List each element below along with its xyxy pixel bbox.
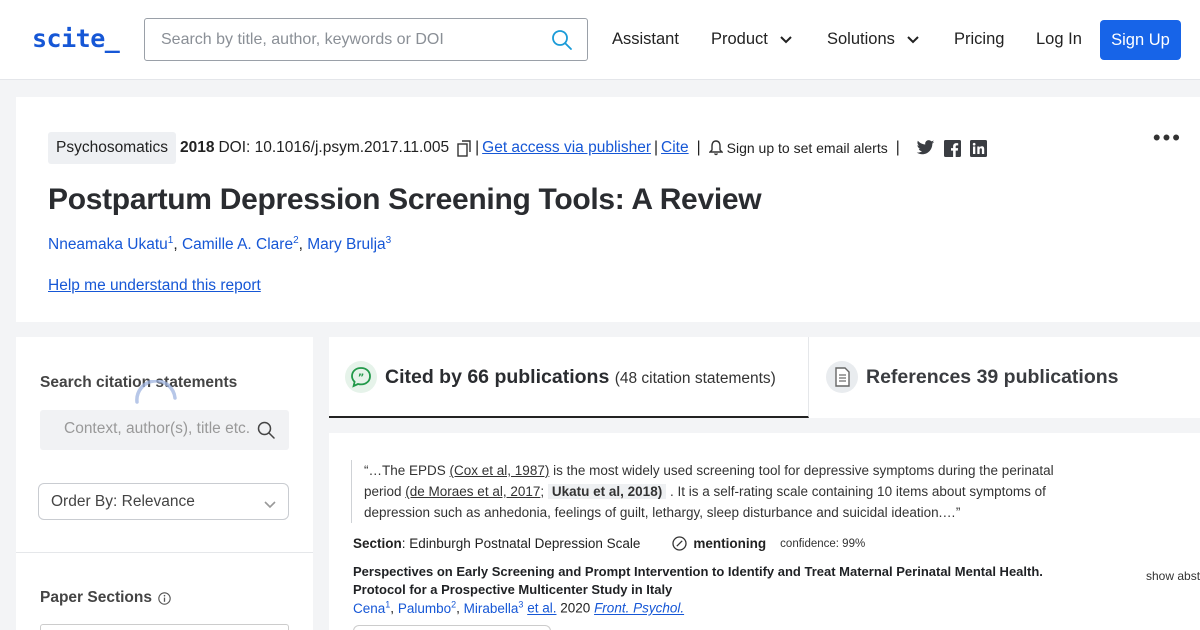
citation-quote: “…The EPDS (Cox et al, 1987) is the most… [351,460,1067,523]
citation-statements-count: (48 citation statements) [614,370,776,387]
author-link[interactable]: Nneamaka Ukatu1 [48,235,174,254]
document-icon [826,361,858,393]
highlighted-reference: Ukatu et al, 2018) [547,484,667,499]
order-by-select[interactable]: Order By: Relevance [38,483,289,520]
nav-product-label: Product [711,30,768,48]
citation-tabs: ” Cited by 66 publications (48 citation … [329,337,1200,418]
author-list: Nneamaka Ukatu1, Camille A. Clare2, Mary… [48,235,392,254]
author-affiliation: 3 [518,599,524,609]
speech-bubble-icon: ” [345,361,377,393]
order-by-value: Order By: Relevance [51,493,195,510]
author-affiliation: 2 [293,235,299,246]
classification-badge: mentioning confidence: 99% [672,536,865,551]
paper-card: Psychosomatics 2018 DOI: 10.1016/j.psym.… [16,97,1200,322]
author-name: Camille A. Clare [181,236,294,254]
nav-solutions[interactable]: Solutions [827,30,920,49]
nav-solutions-label: Solutions [827,30,895,48]
sidebar-divider [16,552,313,553]
citation-search-box[interactable] [40,410,289,450]
loading-spinner-icon [135,380,177,404]
author-link[interactable]: Camille A. Clare2 [181,235,299,254]
separator: | [475,139,480,156]
quote-text: “…The EPDS [364,463,450,478]
check-circle-icon [672,536,688,551]
email-alerts-link[interactable]: Sign up to set email alerts [727,140,888,156]
doi-text: DOI: 10.1016/j.psym.2017.11.005 [218,139,450,156]
twitter-icon[interactable] [916,140,935,156]
author-link[interactable]: Mary Brulja3 [307,235,392,254]
cite-link[interactable]: Cite [661,139,689,157]
svg-text:”: ” [358,373,365,384]
nav-login[interactable]: Log In [1036,30,1082,49]
author-name: Mary Brulja [307,236,386,254]
paper-sections-label: Paper Sections [40,589,152,606]
quote-text: ; [540,484,548,499]
search-icon[interactable] [551,29,573,56]
author-link[interactable]: Mirabella3 [463,599,524,616]
separator: | [654,139,659,156]
confidence-value: confidence: 99% [780,537,866,550]
chevron-down-icon [264,496,276,514]
get-access-link[interactable]: Get access via publisher [482,139,651,157]
paper-sections-select[interactable] [40,624,289,630]
scite-logo[interactable]: scite_ [32,24,120,53]
separator: | [696,139,701,156]
journal-link[interactable]: Front. Psychol. [594,601,684,616]
reference-link[interactable]: (Cox et al, 1987) [450,463,550,478]
tab-references[interactable]: References 39 publications [810,337,1200,418]
nav-pricing[interactable]: Pricing [954,30,1004,49]
share-links [916,139,987,157]
citation-action-button[interactable] [353,625,551,630]
nav-assistant[interactable]: Assistant [612,30,679,49]
paper-title: Postpartum Depression Screening Tools: A… [48,183,762,216]
reference-link[interactable]: (de Moraes et al, 2017 [405,484,540,499]
facebook-icon[interactable] [943,139,961,157]
citing-paper-authors: Cena1, Palumbo2, Mirabella3 et al. 2020 … [353,599,685,616]
nav-product[interactable]: Product [711,30,793,49]
top-navigation-bar: scite_ Assistant Product Solutions Prici… [0,0,1200,80]
et-al-link[interactable]: et al. [527,601,556,616]
paper-meta-row: Psychosomatics 2018 DOI: 10.1016/j.psym.… [48,132,987,164]
linkedin-icon[interactable] [969,139,987,157]
separator: | [895,139,900,156]
citing-paper-year: 2020 [560,600,591,616]
author-link[interactable]: Palumbo2 [397,599,457,616]
citation-search-input[interactable] [64,420,254,438]
cited-by-count: Cited by 66 publications [385,366,610,388]
info-icon[interactable] [158,591,171,605]
citation-meta-row: Section: Edinburgh Postnatal Depression … [353,536,865,551]
author-name: Nneamaka Ukatu [48,236,168,254]
global-search-input[interactable] [161,29,541,51]
section-value: : Edinburgh Postnatal Depression Scale [401,536,641,551]
chevron-down-icon [780,30,793,49]
author-name: Mirabella [463,600,519,616]
author-affiliation: 2 [451,599,457,609]
author-name: Cena [353,600,386,616]
author-affiliation: 1 [167,235,174,246]
tab-cited-by[interactable]: ” Cited by 66 publications (48 citation … [329,337,809,418]
section-label: Section [353,536,402,551]
show-abstract-link[interactable]: show abst [1146,569,1200,583]
journal-badge[interactable]: Psychosomatics [48,132,176,164]
author-affiliation: 3 [385,235,392,246]
references-title: References 39 publications [866,366,1119,388]
citation-statement-card: “…The EPDS (Cox et al, 1987) is the most… [329,433,1200,630]
sign-up-button[interactable]: Sign Up [1100,20,1181,60]
author-name: Palumbo [397,600,452,616]
author-link[interactable]: Cena1 [353,599,391,616]
bell-icon[interactable] [708,140,723,156]
chevron-down-icon [907,30,920,49]
cited-by-title: Cited by 66 publications (48 citation st… [385,366,776,389]
citing-paper-title[interactable]: Perspectives on Early Screening and Prom… [353,563,1083,599]
search-icon[interactable] [257,421,275,444]
paper-sections-heading: Paper Sections [40,589,171,607]
author-affiliation: 1 [385,599,391,609]
global-search-box[interactable] [144,18,588,61]
classification-label: mentioning [693,536,767,551]
more-options-icon[interactable]: ••• [1153,125,1182,151]
publication-year: 2018 [179,139,215,156]
help-understand-link[interactable]: Help me understand this report [48,277,261,295]
copy-icon[interactable] [457,139,472,157]
